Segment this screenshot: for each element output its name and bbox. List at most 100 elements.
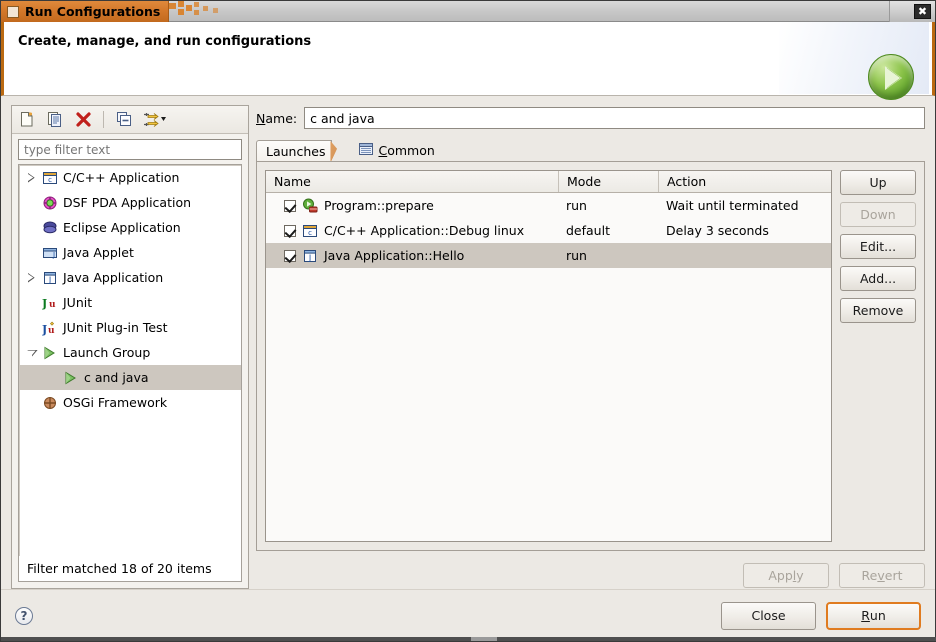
row-checkbox[interactable] bbox=[284, 199, 296, 212]
svg-text:u: u bbox=[48, 326, 55, 336]
tree-item-c-and-java[interactable]: c and java bbox=[19, 365, 241, 390]
up-button[interactable]: Up bbox=[840, 170, 916, 195]
tree-arrow-placeholder bbox=[25, 222, 37, 234]
chevron-right-icon[interactable] bbox=[25, 172, 37, 184]
tab-common[interactable]: Common bbox=[350, 140, 440, 161]
tree-item-c-c-application[interactable]: c C/C++ Application bbox=[19, 165, 241, 190]
configurations-tree[interactable]: c C/C++ Application DSF PDA Application Ecl… bbox=[18, 164, 242, 556]
down-button[interactable]: Down bbox=[840, 202, 916, 227]
cell-action bbox=[658, 243, 831, 268]
dialog-banner: Create, manage, and run configurations bbox=[1, 22, 935, 100]
title-bar: Run Configurations ✖ bbox=[1, 1, 935, 22]
revert-button[interactable]: Re v ert bbox=[839, 562, 925, 588]
filter-row bbox=[12, 134, 248, 164]
close-button[interactable]: Close bbox=[721, 601, 816, 630]
help-icon[interactable]: ? bbox=[15, 606, 33, 625]
delete-launch-configuration-icon[interactable] bbox=[73, 110, 93, 130]
cell-action: Wait until terminated bbox=[666, 198, 799, 213]
table-row[interactable]: J Java Application::Hello run bbox=[266, 243, 831, 268]
column-header-action[interactable]: Action bbox=[658, 171, 831, 192]
title-decoration bbox=[169, 1, 249, 22]
tree-item-junit-plug-in-test[interactable]: Ju JUnit Plug-in Test bbox=[19, 315, 241, 340]
duplicate-launch-configuration-icon[interactable] bbox=[45, 110, 65, 130]
tree-item-junit[interactable]: Ju JUnit bbox=[19, 290, 241, 315]
cell-mode: run bbox=[566, 198, 587, 213]
row-checkbox[interactable] bbox=[284, 249, 296, 262]
launch-group-icon bbox=[42, 345, 58, 361]
filter-input[interactable] bbox=[18, 139, 242, 160]
java-application-icon: J bbox=[42, 270, 58, 286]
junit-icon: Ju bbox=[41, 295, 58, 311]
tree-item-label: OSGi Framework bbox=[63, 395, 168, 410]
edit-button[interactable]: Edit... bbox=[840, 234, 916, 259]
name-row: Name: bbox=[256, 105, 925, 131]
run-button[interactable]: Run bbox=[826, 601, 921, 630]
cell-name: J Java Application::Hello bbox=[266, 243, 558, 268]
java-application-icon: J bbox=[302, 248, 318, 264]
dialog-body: c C/C++ Application DSF PDA Application Ecl… bbox=[1, 96, 935, 589]
table-row[interactable]: Program::prepare run Wait until terminated bbox=[266, 193, 831, 218]
tree-item-label: Eclipse Application bbox=[63, 220, 181, 235]
common-tab-icon bbox=[359, 143, 374, 158]
svg-text:J: J bbox=[42, 323, 47, 336]
table-body: Program::prepare run Wait until terminated… bbox=[266, 193, 831, 268]
svg-text:J: J bbox=[42, 297, 47, 310]
window-title: Run Configurations bbox=[25, 4, 161, 19]
tree-item-java-applet[interactable]: J Java Applet bbox=[19, 240, 241, 265]
tree-item-eclipse-application[interactable]: Eclipse Application bbox=[19, 215, 241, 240]
run-configurations-dialog: Run Configurations ✖ Create, manage, and… bbox=[0, 0, 936, 642]
java-applet-icon: J bbox=[42, 245, 58, 261]
tree-item-launch-group[interactable]: Launch Group bbox=[19, 340, 241, 365]
tree-item-label: DSF PDA Application bbox=[63, 195, 192, 210]
filter-status-label: Filter matched 18 of 20 items bbox=[18, 556, 242, 582]
launches-tab-panel: Name Mode Action Program::prepare run Wait… bbox=[256, 161, 925, 551]
svg-text:J: J bbox=[308, 253, 311, 262]
tree-item-label: JUnit bbox=[63, 295, 93, 310]
launches-table[interactable]: Name Mode Action Program::prepare run Wait… bbox=[265, 170, 832, 542]
row-name-label: C/C++ Application::Debug linux bbox=[324, 223, 525, 238]
apply-button[interactable]: App l y bbox=[743, 562, 829, 588]
run-play-badge-icon bbox=[868, 54, 914, 100]
play-triangle-outer bbox=[885, 66, 902, 90]
cell-mode: default bbox=[566, 223, 610, 238]
column-header-name[interactable]: Name bbox=[266, 171, 558, 192]
tree-arrow-placeholder bbox=[25, 247, 37, 259]
tree-item-dsf-pda-application[interactable]: DSF PDA Application bbox=[19, 190, 241, 215]
dialog-footer: ? Close Run bbox=[1, 589, 935, 641]
chevron-right-icon[interactable] bbox=[25, 272, 37, 284]
configuration-editor-panel: Name: Launches Common bbox=[256, 105, 925, 589]
tab-launches[interactable]: Launches bbox=[256, 140, 348, 161]
tree-item-osgi-framework[interactable]: OSGi Framework bbox=[19, 390, 241, 415]
collapse-all-icon[interactable] bbox=[114, 110, 134, 130]
row-checkbox[interactable] bbox=[284, 224, 296, 237]
tree-arrow-placeholder bbox=[25, 397, 37, 409]
add-button[interactable]: Add... bbox=[840, 266, 916, 291]
tree-item-java-application[interactable]: J Java Application bbox=[19, 265, 241, 290]
column-header-mode[interactable]: Mode bbox=[558, 171, 658, 192]
remove-button[interactable]: Remove bbox=[840, 298, 916, 323]
osgi-framework-icon bbox=[42, 395, 58, 411]
taskbar-strip bbox=[1, 637, 936, 641]
configurations-panel: c C/C++ Application DSF PDA Application Ecl… bbox=[11, 105, 249, 589]
close-window-button[interactable]: ✖ bbox=[914, 4, 931, 19]
tree-arrow-placeholder bbox=[25, 322, 37, 334]
play-triangle-inner bbox=[887, 68, 901, 88]
tree-item-label: JUnit Plug-in Test bbox=[63, 320, 168, 335]
svg-text:J: J bbox=[48, 275, 51, 284]
launches-table-area: Name Mode Action Program::prepare run Wait… bbox=[265, 170, 916, 542]
tree-item-label: Java Applet bbox=[63, 245, 134, 260]
new-launch-configuration-icon[interactable] bbox=[17, 110, 37, 130]
filter-launch-configurations-icon[interactable] bbox=[142, 110, 170, 130]
cell-mode: run bbox=[566, 248, 587, 263]
tree-arrow-placeholder bbox=[46, 372, 58, 384]
name-input[interactable] bbox=[304, 107, 925, 129]
tab-slant bbox=[330, 141, 348, 161]
launch-action-buttons: Up Down Edit... Add... Remove bbox=[840, 170, 916, 542]
chevron-down-icon[interactable] bbox=[25, 347, 37, 359]
table-row[interactable]: c C/C++ Application::Debug linux default De… bbox=[266, 218, 831, 243]
tab-strip: Launches Common bbox=[256, 140, 925, 161]
dsf-pda-icon bbox=[42, 195, 58, 211]
launch-group-icon bbox=[63, 370, 79, 386]
junit-plugin-icon: Ju bbox=[41, 320, 58, 336]
tree-item-label: C/C++ Application bbox=[63, 170, 180, 185]
